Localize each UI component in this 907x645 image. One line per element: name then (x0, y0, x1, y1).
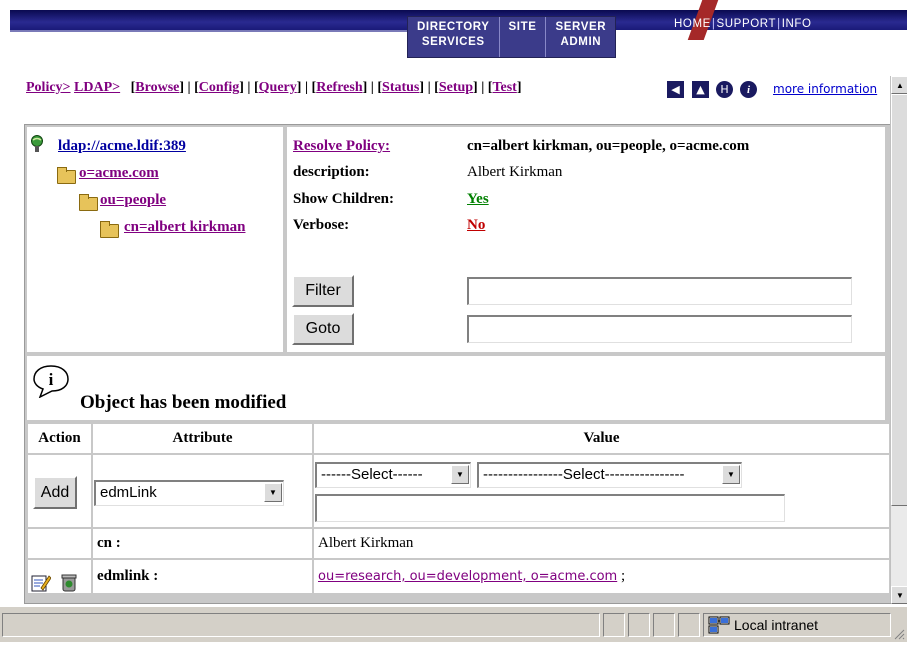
tree-panel (27, 127, 283, 352)
attribute-value: Albert Kirkman (314, 529, 889, 558)
up-icon[interactable]: ▲ (692, 81, 709, 98)
status-message: Object has been modified (80, 392, 287, 413)
column-header-attribute: Attribute (93, 424, 312, 453)
header-banner: DIRECTORY SERVICES SITE SERVER ADMIN HOM… (0, 0, 907, 58)
tree-node-ou-people[interactable]: ou=people (100, 192, 166, 209)
config-link[interactable]: Config (199, 80, 239, 95)
refresh-link[interactable]: Refresh (316, 80, 362, 95)
security-zone: Local intranet (703, 613, 891, 637)
status-cell (628, 613, 650, 637)
info-icon[interactable]: i (740, 81, 757, 98)
edmlink-value-link[interactable]: ou=research, ou=development, o=acme.com (318, 569, 617, 584)
add-button[interactable]: Add (33, 476, 77, 509)
vertical-scrollbar[interactable]: ▲ ▼ (890, 76, 907, 604)
home-link[interactable]: HOME (674, 18, 711, 30)
description-label: description: (293, 164, 370, 180)
zone-label: Local intranet (734, 617, 819, 633)
tab-label-line1: SERVER (555, 21, 607, 33)
attribute-name: edmlink : (93, 560, 312, 593)
resolve-policy-value: cn=albert kirkman, ou=people, o=acme.com (467, 138, 750, 154)
tab-label-line1: DIRECTORY (417, 21, 490, 33)
filter-button[interactable]: Filter (292, 275, 354, 307)
folder-icon (57, 167, 76, 184)
tab-site[interactable]: SITE (500, 17, 547, 57)
value-select-1-value: ------Select------ (321, 466, 423, 483)
status-link[interactable]: Status (382, 80, 419, 95)
column-header-value: Value (314, 424, 889, 453)
toolbar: Policy> LDAP> [Browse] | [Config] | [Que… (26, 80, 522, 95)
scroll-down-icon[interactable]: ▼ (891, 586, 907, 604)
status-cell (653, 613, 675, 637)
ldap-server-icon (31, 135, 43, 152)
tree-node-cn-albert-kirkman[interactable]: cn=albert kirkman (124, 219, 245, 236)
goto-button[interactable]: Goto (292, 313, 354, 345)
folder-open-icon (100, 221, 119, 238)
description-value: Albert Kirkman (467, 164, 563, 180)
intranet-icon (708, 616, 730, 634)
edit-icon[interactable] (31, 573, 51, 593)
tab-directory-services[interactable]: DIRECTORY SERVICES (408, 17, 500, 57)
status-bar: Local intranet (0, 606, 907, 642)
status-cell (603, 613, 625, 637)
tree-node-o-acme[interactable]: o=acme.com (79, 165, 159, 182)
status-cell (678, 613, 700, 637)
value-suffix: ; (620, 568, 626, 584)
scroll-up-icon[interactable]: ▲ (891, 76, 907, 94)
setup-link[interactable]: Setup (439, 80, 473, 95)
chevron-down-icon[interactable]: ▼ (451, 465, 469, 484)
table-row: edmlink : ou=research, ou=development, o… (28, 560, 889, 593)
status-text-cell (2, 613, 600, 637)
resize-grip-icon[interactable] (893, 627, 905, 640)
query-link[interactable]: Query (259, 80, 297, 95)
attribute-select[interactable]: edmLink ▼ (94, 480, 284, 506)
verbose-toggle[interactable]: No (467, 217, 485, 234)
show-children-label: Show Children: (293, 191, 395, 207)
tree-root[interactable]: ldap://acme.ldif:389 (58, 138, 186, 155)
main-nav-tabs: DIRECTORY SERVICES SITE SERVER ADMIN (407, 16, 617, 58)
chevron-down-icon[interactable]: ▼ (264, 483, 282, 502)
attribute-name: cn : (93, 529, 312, 558)
column-header-action: Action (28, 424, 91, 453)
value-input[interactable] (315, 494, 785, 522)
delete-icon[interactable] (59, 572, 79, 593)
verbose-label: Verbose: (293, 217, 350, 233)
attribute-value-cell: ou=research, ou=development, o=acme.com … (314, 560, 889, 593)
scrollbar-thumb[interactable] (891, 94, 907, 506)
more-information-link[interactable]: more information (773, 82, 877, 96)
info-link[interactable]: INFO (782, 18, 812, 30)
breadcrumb-policy[interactable]: Policy> (26, 80, 71, 95)
value-select-2[interactable]: ----------------Select---------------- ▼ (477, 462, 742, 488)
support-link[interactable]: SUPPORT (717, 18, 777, 30)
browse-link[interactable]: Browse (135, 80, 179, 95)
header-stripe (10, 30, 410, 32)
resolve-policy-link[interactable]: Resolve Policy: (293, 138, 390, 155)
show-children-toggle[interactable]: Yes (467, 191, 489, 208)
chevron-down-icon[interactable]: ▼ (722, 465, 740, 484)
goto-input[interactable] (467, 315, 852, 343)
help-icon[interactable]: H (716, 81, 733, 98)
tab-label-line1: SITE (508, 21, 537, 33)
breadcrumb-ldap[interactable]: LDAP> (74, 80, 120, 95)
table-header-row: Action Attribute Value (28, 424, 889, 453)
value-select-2-value: ----------------Select---------------- (483, 466, 685, 483)
back-icon[interactable]: ◀ (667, 81, 684, 98)
value-select-1[interactable]: ------Select------ ▼ (315, 462, 471, 488)
svg-text:i: i (49, 370, 54, 389)
tab-server-admin[interactable]: SERVER ADMIN (546, 17, 615, 57)
folder-icon (79, 194, 98, 211)
attribute-select-value: edmLink (100, 484, 157, 501)
top-links: HOME|SUPPORT|INFO (674, 18, 812, 30)
info-bubble-icon: i (33, 365, 69, 398)
tab-label-line2: ADMIN (560, 36, 602, 48)
table-row: cn : Albert Kirkman (28, 529, 889, 558)
tab-label-line2: SERVICES (421, 36, 485, 48)
test-link[interactable]: Test (492, 80, 516, 95)
filter-input[interactable] (467, 277, 852, 305)
